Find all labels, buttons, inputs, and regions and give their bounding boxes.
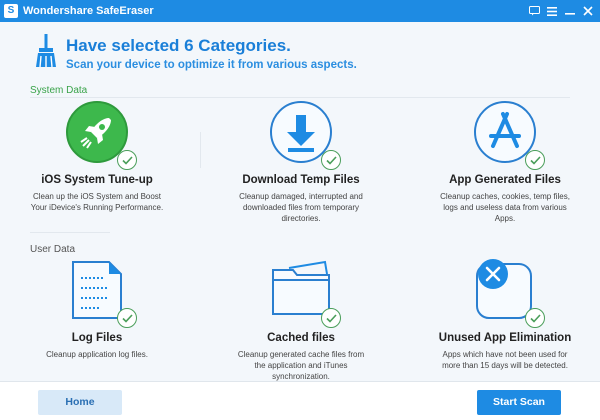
section-label-system: System Data [30, 85, 88, 96]
start-scan-button[interactable]: Start Scan [477, 390, 561, 415]
category-download-temp-files[interactable]: Download Temp Files Cleanup damaged, int… [216, 100, 386, 224]
document-icon [65, 258, 137, 328]
category-log-files[interactable]: Log Files Cleanup application log files. [12, 258, 182, 360]
close-icon[interactable] [582, 5, 594, 17]
app-remove-icon [473, 258, 545, 328]
footer-bar: Home Start Scan [0, 381, 600, 420]
category-description: Cleanup application log files. [46, 350, 148, 359]
section-divider [30, 97, 570, 98]
section-divider [30, 232, 110, 233]
category-name: iOS System Tune-up [41, 174, 153, 186]
category-cached-files[interactable]: Cached files Cleanup generated cache fil… [216, 258, 386, 382]
category-name: Unused App Elimination [438, 332, 572, 344]
minimize-icon[interactable] [564, 5, 576, 17]
page-title: Have selected 6 Categories. [66, 36, 291, 55]
selected-check-icon [525, 308, 545, 328]
selected-check-icon [321, 150, 341, 170]
section-label-user: User Data [30, 244, 76, 255]
menu-icon[interactable] [546, 5, 558, 17]
category-app-generated-files[interactable]: App Generated Files Cleanup caches, cook… [420, 100, 590, 224]
category-name: Log Files [71, 332, 123, 344]
title-bar: S Wondershare SafeEraser [0, 0, 600, 22]
selected-check-icon [117, 308, 137, 328]
category-description: Cleanup caches, cookies, temp files, log… [440, 192, 570, 223]
rocket-icon [65, 100, 137, 170]
category-description: Cleanup damaged, interrupted and downloa… [239, 192, 363, 223]
category-description: Cleanup generated cache files from the a… [237, 350, 365, 381]
category-description: Clean up the iOS System and Boost Your i… [30, 192, 164, 212]
category-name: Download Temp Files [242, 174, 360, 186]
category-unused-app-elimination[interactable]: Unused App Elimination Apps which have n… [420, 258, 590, 371]
folder-icon [269, 258, 341, 328]
category-ios-system-tuneup[interactable]: iOS System Tune-up Clean up the iOS Syst… [12, 100, 182, 213]
selected-check-icon [321, 308, 341, 328]
broom-icon [34, 34, 58, 68]
feedback-icon[interactable] [528, 5, 540, 17]
download-icon [269, 100, 341, 170]
app-logo-icon: S [4, 4, 18, 18]
column-divider [200, 132, 201, 168]
category-name: Cached files [267, 332, 335, 344]
header: Have selected 6 Categories. Scan your de… [34, 34, 574, 74]
selected-check-icon [525, 150, 545, 170]
category-name: App Generated Files [449, 174, 561, 186]
window-title: Wondershare SafeEraser [23, 5, 154, 17]
home-button[interactable]: Home [38, 390, 122, 415]
app-store-icon [473, 100, 545, 170]
page-subtitle: Scan your device to optimize it from var… [66, 59, 357, 71]
selected-check-icon [117, 150, 137, 170]
category-description: Apps which have not been used for more t… [442, 350, 568, 370]
